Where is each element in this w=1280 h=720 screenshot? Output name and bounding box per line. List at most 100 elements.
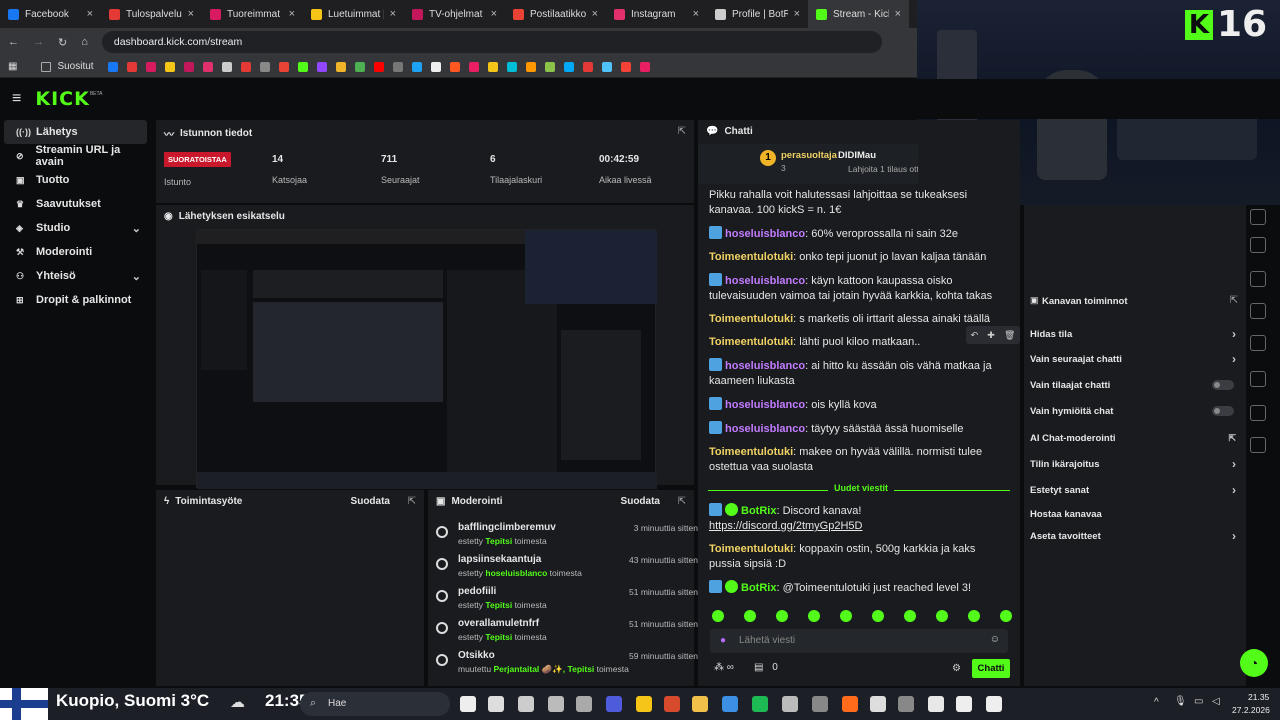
emote-icon[interactable]	[840, 610, 852, 622]
chat-username[interactable]: Toimeentulotuki	[709, 446, 793, 458]
pinned-target[interactable]: DIDIMau	[838, 150, 876, 161]
popout-icon[interactable]: ⇱	[408, 496, 416, 507]
sidebar-item-yhteisö[interactable]: ⚇ Yhteisö ⌄	[4, 264, 147, 288]
channel-action-row[interactable]: Hidas tila ›	[1030, 324, 1240, 344]
emote-icon[interactable]	[904, 610, 916, 622]
chat-settings-icon[interactable]: ⚙	[952, 663, 961, 674]
bookmark-icon[interactable]	[183, 61, 194, 72]
sidebar-item-tuotto[interactable]: ▣ Tuotto	[4, 168, 147, 192]
taskbar-app-icon[interactable]	[576, 696, 592, 712]
browser-tab[interactable]: Facebook ×	[0, 0, 101, 28]
moderation-target[interactable]: bafflingclimberemuv	[458, 522, 556, 533]
bookmark-icon[interactable]	[278, 61, 289, 72]
menu-icon[interactable]: ≡	[12, 90, 21, 108]
bookmark-icon[interactable]	[297, 61, 308, 72]
popout-icon[interactable]: ⇱	[678, 126, 686, 137]
bookmark-icon[interactable]	[354, 61, 365, 72]
emote-icon[interactable]	[744, 610, 756, 622]
taskbar-app-icon[interactable]	[488, 696, 504, 712]
moderation-target[interactable]: overallamuletnfrf	[458, 618, 539, 629]
sidebar-item-streamin-url-ja-avain[interactable]: ⊘ Streamin URL ja avain	[4, 144, 147, 168]
sidebar-item-saavutukset[interactable]: ♛ Saavutukset	[4, 192, 147, 216]
chat-username[interactable]: hoseluisblanco	[725, 275, 805, 287]
chevron-down-icon[interactable]: ⌄	[132, 222, 141, 235]
taskbar-app-icon[interactable]	[870, 696, 886, 712]
browser-tab[interactable]: Postilaatikko - ×	[505, 0, 606, 28]
reply-icon[interactable]: ↶	[971, 330, 979, 341]
tab-close-icon[interactable]: ×	[491, 8, 497, 20]
channel-action-row[interactable]: Vain tilaajat chatti	[1030, 375, 1240, 395]
bolt-icon[interactable]	[1250, 237, 1266, 253]
bookmark-icon[interactable]	[411, 61, 422, 72]
taskbar-app-icon[interactable]	[956, 696, 972, 712]
channel-action-row[interactable]: Aseta tavoitteet ›	[1030, 526, 1240, 546]
taskbar-app-icon[interactable]	[812, 696, 828, 712]
toggle-switch[interactable]	[1212, 380, 1234, 390]
bookmark-icon[interactable]	[202, 61, 213, 72]
chat-username[interactable]: Toimeentulotuki	[709, 313, 793, 325]
emote-icon[interactable]	[968, 610, 980, 622]
chat-input[interactable]: ● Lähetä viesti ☺	[710, 629, 1008, 653]
chat-username[interactable]: hoseluisblanco	[725, 423, 805, 435]
taskbar-app-icon[interactable]	[898, 696, 914, 712]
bookmark-icon[interactable]	[164, 61, 175, 72]
taskbar-app-icon[interactable]	[606, 696, 622, 712]
popout-icon[interactable]: ⇱	[678, 496, 686, 507]
bookmark-icon[interactable]	[259, 61, 270, 72]
chat-username[interactable]: hoseluisblanco	[725, 399, 805, 411]
scan-icon[interactable]	[1250, 209, 1266, 225]
tab-close-icon[interactable]: ×	[188, 8, 194, 20]
taskbar-app-icon[interactable]	[548, 696, 564, 712]
chat-username[interactable]: BotRix	[741, 505, 776, 517]
emote-icon[interactable]	[1000, 610, 1012, 622]
emote-icon[interactable]	[712, 610, 724, 622]
chat-username[interactable]: BotRix	[741, 582, 776, 594]
channel-action-row[interactable]: Tilin ikärajoitus ›	[1030, 454, 1240, 474]
tab-close-icon[interactable]: ×	[289, 8, 295, 20]
broadcast-icon[interactable]	[1250, 335, 1266, 351]
moderation-filter-button[interactable]: Suodata	[621, 496, 660, 507]
taskbar-app-icon[interactable]	[692, 696, 708, 712]
home-icon[interactable]: ⌂	[81, 36, 88, 48]
emote-icon[interactable]	[808, 610, 820, 622]
chat-username[interactable]: Toimeentulotuki	[709, 336, 793, 348]
external-link-icon[interactable]: ⇱	[1228, 433, 1236, 444]
channel-action-row[interactable]: Vain hymiöitä chat	[1030, 401, 1240, 421]
bookmark-icon[interactable]	[335, 61, 346, 72]
emoji-icon[interactable]: ☺	[990, 634, 1000, 645]
moderation-target[interactable]: lapsiinsekaantuja	[458, 554, 541, 565]
moderation-actor[interactable]: Tepitsi	[485, 536, 512, 546]
moderation-actor[interactable]: Tepitsi	[485, 632, 512, 642]
volume-icon[interactable]: ◁	[1212, 696, 1220, 707]
bookmark-icon[interactable]	[107, 61, 118, 72]
moderation-actor[interactable]: hoseluisblanco	[485, 568, 547, 578]
support-icon[interactable]: ◔	[1240, 649, 1268, 677]
activity-filter-button[interactable]: Suodata	[351, 496, 390, 507]
chat-link[interactable]: https://discord.gg/2tmyGp2H5D	[709, 520, 862, 532]
moderation-actor[interactable]: Perjantaital 🥔✨, Tepitsi	[493, 664, 594, 674]
bookmark-icon[interactable]	[525, 61, 536, 72]
chat-username[interactable]: Toimeentulotuki	[709, 251, 793, 263]
tab-close-icon[interactable]: ×	[592, 8, 598, 20]
send-chat-button[interactable]: Chatti	[972, 659, 1010, 678]
sidebar-item-lähetys[interactable]: ((·)) Lähetys	[4, 120, 147, 144]
taskbar-app-icon[interactable]	[986, 696, 1002, 712]
mic-tray-icon[interactable]: 🎙	[1174, 696, 1187, 707]
taskbar-app-icon[interactable]	[518, 696, 534, 712]
tab-close-icon[interactable]: ×	[895, 8, 901, 20]
sidebar-item-dropit-palkinnot[interactable]: ⊞ Dropit & palkinnot	[4, 288, 147, 312]
network-icon[interactable]: ▭	[1194, 696, 1203, 707]
bookmark-icon[interactable]	[506, 61, 517, 72]
kick-logo[interactable]: KICK	[35, 88, 89, 110]
bookmark-icon[interactable]	[639, 61, 650, 72]
list-icon[interactable]	[1250, 271, 1266, 287]
layout-icon[interactable]	[1250, 371, 1266, 387]
channel-action-row[interactable]: Vain seuraajat chatti ›	[1030, 349, 1240, 369]
channel-action-row[interactable]: AI Chat-moderointi ⇱	[1030, 428, 1240, 448]
bookmark-icon[interactable]	[430, 61, 441, 72]
bookmark-icon[interactable]	[449, 61, 460, 72]
pin-icon[interactable]: ✚	[987, 330, 995, 341]
tab-close-icon[interactable]: ×	[794, 8, 800, 20]
moderation-target[interactable]: Otsikko	[458, 650, 495, 661]
tab-close-icon[interactable]: ×	[693, 8, 699, 20]
